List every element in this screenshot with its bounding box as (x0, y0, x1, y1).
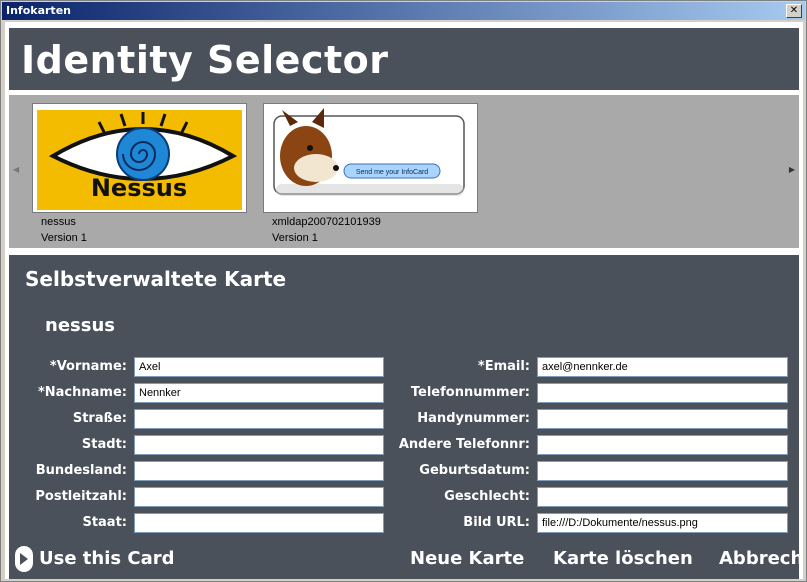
geschlecht-label: Geschlecht: (444, 489, 530, 504)
bundesland-label: Bundesland: (35, 463, 127, 478)
staat-field[interactable] (134, 513, 384, 533)
use-card-button[interactable]: Use this Card (39, 548, 175, 569)
staat-label: Staat: (82, 515, 127, 530)
bild-url-field[interactable]: file:///D:/Dokumente/nessus.png (537, 513, 788, 533)
strasse-field[interactable] (134, 409, 384, 429)
header: Identity Selector (9, 28, 799, 90)
postleitzahl-field[interactable] (134, 487, 384, 507)
nessus-logo-icon: Nessus (37, 110, 242, 210)
email-field[interactable]: axel@nennker.de (537, 357, 788, 377)
section-title: Selbstverwaltete Karte (25, 267, 287, 291)
card-xmldap[interactable]: Send me your InfoCard (263, 103, 478, 213)
andere-telefonnr-label: Andere Telefonnr: (398, 437, 530, 452)
bundesland-field[interactable] (134, 461, 384, 481)
page-title: Identity Selector (21, 38, 389, 82)
vorname-field[interactable]: Axel (134, 357, 384, 377)
delete-card-button[interactable]: Karte löschen (553, 548, 693, 569)
card-detail-panel: Selbstverwaltete Karte nessus *Vorname: … (9, 255, 803, 579)
cancel-button[interactable]: Abbrech (719, 548, 803, 569)
postleitzahl-label: Postleitzahl: (35, 489, 127, 504)
stadt-field[interactable] (134, 435, 384, 455)
email-label: *Email: (477, 359, 530, 374)
infocard-button-text: Send me your InfoCard (356, 169, 428, 176)
new-card-button[interactable]: Neue Karte (410, 548, 524, 569)
card-nessus[interactable]: Nessus (32, 103, 247, 213)
andere-telefonnr-field[interactable] (537, 435, 788, 455)
vorname-label: *Vorname: (49, 359, 127, 374)
content-area: Identity Selector ◀ ▶ Nessus nessus Vers… (5, 22, 803, 579)
geburtsdatum-field[interactable] (537, 461, 788, 481)
scroll-right-icon[interactable]: ▶ (789, 165, 795, 174)
strasse-label: Straße: (72, 411, 127, 426)
window-title: Infokarten (6, 4, 71, 17)
nachname-field[interactable]: Nennker (134, 383, 384, 403)
telefonnummer-field[interactable] (537, 383, 788, 403)
nachname-label: *Nachname: (37, 385, 127, 400)
title-bar[interactable]: Infokarten ✕ (2, 2, 805, 20)
close-button[interactable]: ✕ (786, 4, 802, 18)
nessus-logo-text: Nessus (91, 174, 187, 202)
handynummer-field[interactable] (537, 409, 788, 429)
dog-card-icon: Send me your InfoCard (273, 108, 465, 196)
stadt-label: Stadt: (81, 437, 127, 452)
window: Infokarten ✕ Identity Selector ◀ ▶ Nessu… (0, 0, 807, 582)
handynummer-label: Handynummer: (417, 411, 530, 426)
telefonnummer-label: Telefonnummer: (410, 385, 530, 400)
card-version-xmldap: Version 1 (272, 232, 318, 244)
card-carousel: ◀ ▶ Nessus nessus Version 1 Send me your… (9, 95, 799, 248)
card-name-xmldap: xmldap200702101939 (272, 216, 381, 228)
card-title: nessus (45, 315, 115, 336)
bild-url-label: Bild URL: (463, 515, 530, 530)
geburtsdatum-label: Geburtsdatum: (419, 463, 530, 478)
card-name-nessus: nessus (41, 216, 76, 228)
play-icon[interactable] (15, 546, 33, 572)
scroll-left-icon[interactable]: ◀ (13, 165, 19, 174)
card-version-nessus: Version 1 (41, 232, 87, 244)
geschlecht-field[interactable] (537, 487, 788, 507)
